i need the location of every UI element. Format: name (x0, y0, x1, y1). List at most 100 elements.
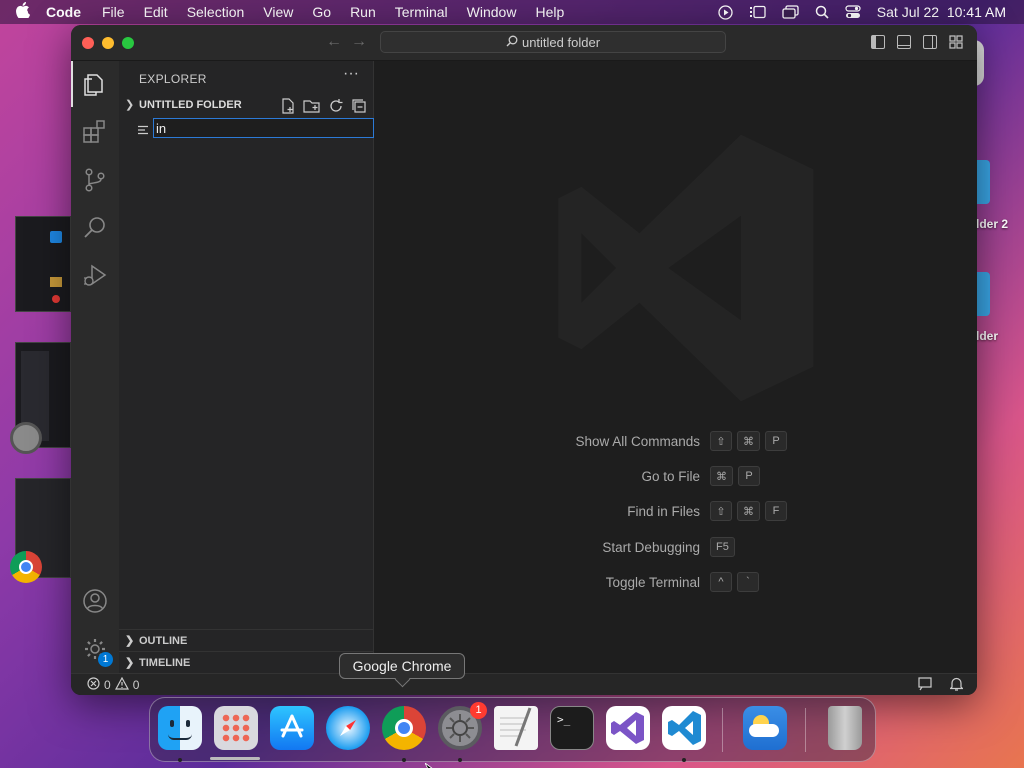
stage-manager-icon[interactable] (749, 5, 766, 19)
chrome-thumb-icon[interactable] (10, 551, 42, 583)
problems-status[interactable]: 0 0 (87, 676, 139, 693)
menu-bar: Code File Edit Selection View Go Run Ter… (0, 0, 1024, 24)
outline-section[interactable]: ❯ OUTLINE (119, 629, 374, 651)
vscode-window: ← → untitled folder 1 EXPLORER ··· ❯ UNT… (71, 25, 977, 695)
folder-header[interactable]: ❯ UNTITLED FOLDER (119, 95, 374, 117)
timeline-section[interactable]: ❯ TIMELINE (119, 651, 374, 673)
new-folder-icon[interactable] (303, 98, 321, 119)
shortcut-key: ` (737, 572, 759, 592)
vscode-icon[interactable] (662, 706, 706, 750)
refresh-explorer-icon[interactable] (328, 98, 344, 119)
explorer-icon[interactable] (71, 61, 110, 107)
apple-icon[interactable] (0, 2, 46, 22)
shortcut-label: Toggle Terminal (605, 575, 700, 590)
stage-manager-thumb-1[interactable] (15, 216, 71, 312)
chevron-right-icon: ❯ (125, 657, 135, 669)
manage-gear-icon[interactable]: 1 (80, 634, 113, 667)
file-lines-icon (138, 122, 148, 140)
collapse-folders-icon[interactable] (351, 98, 367, 119)
app-store-icon[interactable] (270, 706, 314, 750)
search-view-icon[interactable] (80, 213, 110, 243)
search-icon (506, 35, 518, 50)
menu-edit[interactable]: Edit (144, 4, 168, 20)
shortcut-key: F (765, 501, 787, 521)
mouse-cursor-icon (424, 759, 435, 768)
menu-terminal[interactable]: Terminal (395, 4, 448, 20)
menu-clock[interactable]: Sat Jul 22 10:41 AM (877, 4, 1006, 20)
shortcut-label: Show All Commands (575, 434, 700, 449)
more-actions-icon[interactable]: ··· (343, 65, 359, 83)
shortcut-key: ⇧ (710, 501, 732, 521)
vscode-running-dot (682, 758, 686, 762)
accounts-icon[interactable] (80, 586, 110, 616)
outline-label: OUTLINE (139, 635, 188, 647)
menu-window[interactable]: Window (467, 4, 517, 20)
minimize-window-button[interactable] (102, 37, 114, 49)
finder-icon[interactable] (158, 706, 202, 750)
activity-bar: 1 (71, 61, 119, 673)
zoom-window-button[interactable] (122, 37, 134, 49)
google-chrome-icon[interactable] (382, 706, 426, 750)
customize-layout-icon[interactable] (949, 35, 963, 54)
title-bar: ← → untitled folder (71, 25, 977, 61)
desktop-folder-2-label: lder 2 (976, 217, 1009, 231)
toggle-primary-sidebar-icon[interactable] (871, 35, 885, 49)
toggle-secondary-sidebar-icon[interactable] (923, 35, 937, 49)
command-center[interactable]: untitled folder (380, 31, 726, 53)
menu-run[interactable]: Run (350, 4, 376, 20)
trash-icon[interactable] (828, 706, 862, 750)
close-window-button[interactable] (82, 37, 94, 49)
warning-icon (114, 676, 129, 693)
shortcut-show-all-commands: Show All Commands ⇧ ⌘ P (375, 430, 977, 454)
menu-view[interactable]: View (263, 4, 293, 20)
menu-selection[interactable]: Selection (187, 4, 245, 20)
system-settings-thumb-icon[interactable] (10, 422, 42, 454)
chevron-right-icon: ❯ (125, 635, 135, 647)
back-arrow-icon[interactable]: ← (326, 33, 342, 51)
menu-help[interactable]: Help (535, 4, 564, 20)
timeline-label: TIMELINE (139, 657, 191, 669)
forward-arrow-icon[interactable]: → (351, 33, 367, 51)
launchpad-scroll-indicator (210, 757, 260, 760)
shortcut-go-to-file: Go to File ⌘ P (375, 465, 977, 489)
shortcut-label: Go to File (641, 469, 700, 484)
status-bar: 0 0 (71, 673, 977, 695)
new-file-icon[interactable] (280, 98, 296, 119)
run-debug-icon[interactable] (80, 261, 110, 291)
feedback-icon[interactable] (918, 677, 932, 694)
shortcut-toggle-terminal: Toggle Terminal ^ ` (375, 571, 977, 595)
error-count: 0 (104, 678, 111, 692)
dock-separator (805, 708, 806, 752)
toggle-panel-icon[interactable] (897, 35, 911, 49)
menu-app-name[interactable]: Code (46, 4, 81, 20)
chrome-running-dot (402, 758, 406, 762)
chevron-down-icon: ❯ (125, 99, 135, 111)
screen-record-icon[interactable] (718, 4, 733, 20)
dock-separator (722, 708, 723, 752)
editor-area: Show All Commands ⇧ ⌘ P Go to File ⌘ P F… (375, 61, 977, 673)
system-settings-badge: 1 (470, 702, 487, 719)
notifications-bell-icon[interactable] (949, 677, 964, 694)
terminal-icon[interactable]: >_ (550, 706, 594, 750)
safari-icon[interactable] (326, 706, 370, 750)
menu-go[interactable]: Go (312, 4, 331, 20)
shortcut-key: P (738, 466, 760, 486)
shortcut-key: F5 (710, 537, 735, 557)
finder-running-dot (178, 758, 182, 762)
extensions-icon[interactable] (80, 117, 110, 147)
textedit-icon[interactable] (494, 706, 538, 750)
new-file-name-input[interactable] (153, 118, 374, 138)
launchpad-icon[interactable] (214, 706, 258, 750)
folder-name: UNTITLED FOLDER (139, 99, 242, 111)
spotlight-search-icon[interactable] (815, 5, 829, 19)
source-control-icon[interactable] (80, 165, 110, 195)
dock: 1 >_ (149, 697, 876, 762)
control-center-icon[interactable] (845, 5, 861, 19)
visual-studio-icon[interactable] (606, 706, 650, 750)
shortcut-label: Find in Files (627, 504, 700, 519)
command-center-label: untitled folder (521, 34, 601, 50)
explorer-sidebar: EXPLORER ··· ❯ UNTITLED FOLDER ❯ OUTLINE… (119, 61, 374, 673)
screen-mirroring-icon[interactable] (782, 5, 799, 19)
menu-file[interactable]: File (102, 4, 125, 20)
weather-icon[interactable] (743, 706, 787, 750)
